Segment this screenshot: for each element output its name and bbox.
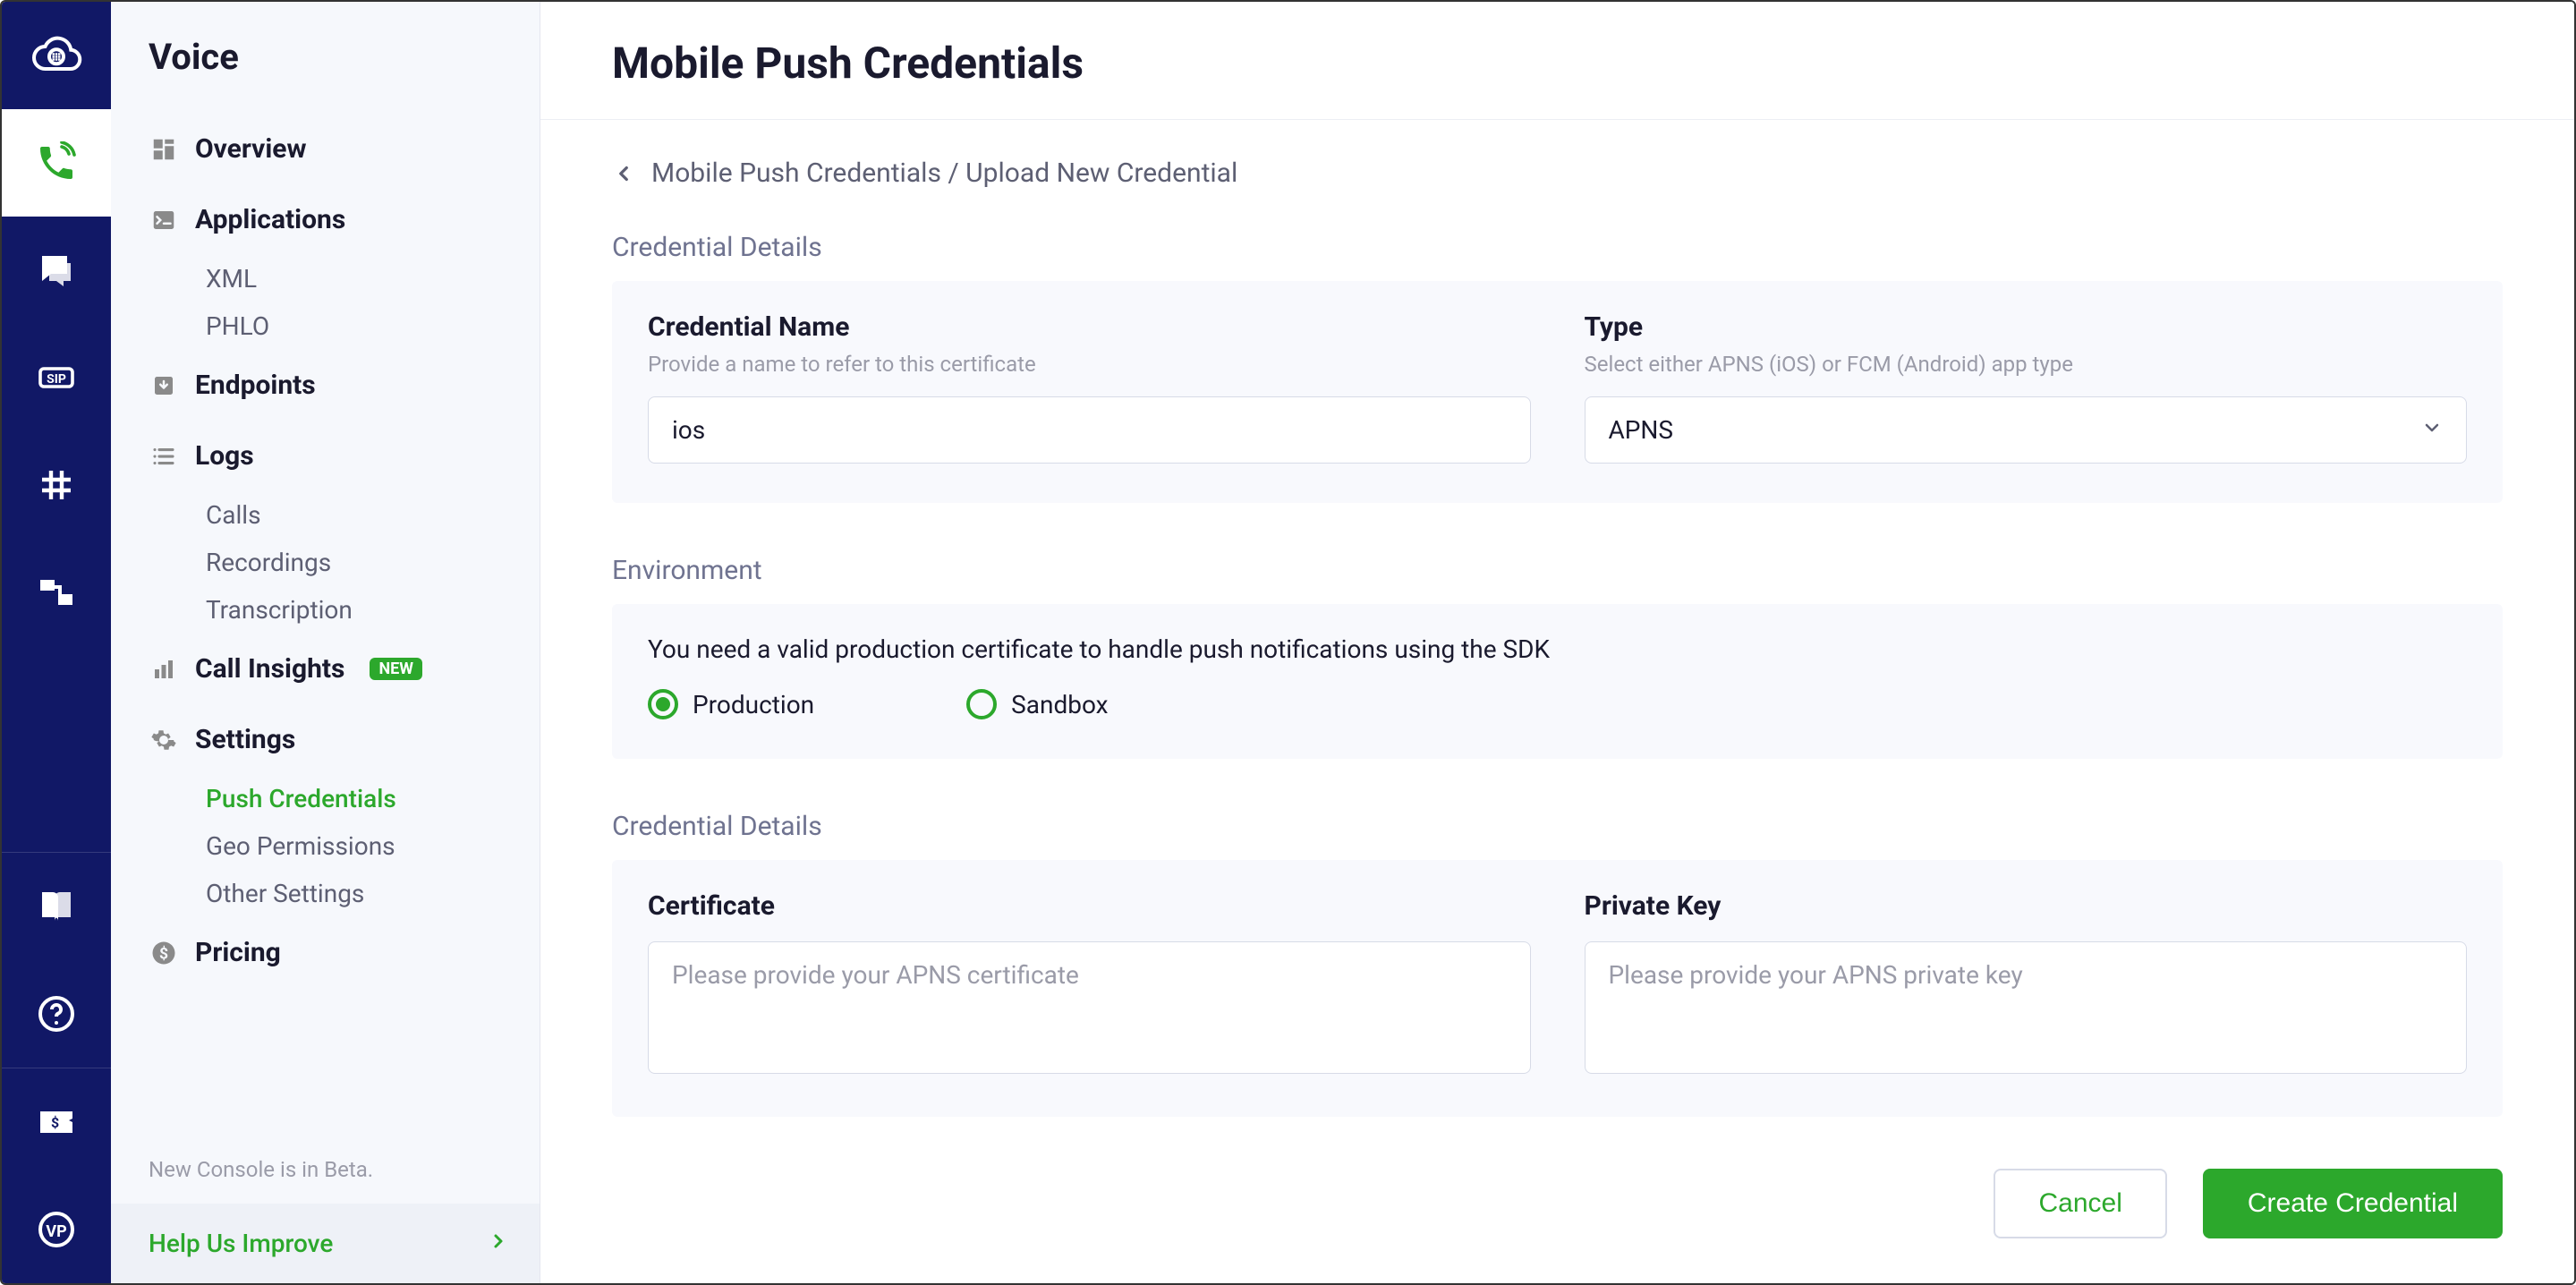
logo-cloud-icon[interactable] (2, 2, 111, 109)
svg-text:$: $ (51, 1114, 59, 1131)
sidebar-sub-xml[interactable]: XML (111, 255, 540, 302)
gear-icon (149, 725, 179, 755)
sidebar-item-applications[interactable]: Applications (111, 184, 540, 255)
sidebar-item-label: Logs (195, 440, 254, 472)
sidebar-item-label: Overview (195, 133, 307, 165)
credential-name-label: Credential Name (648, 311, 1531, 343)
private-key-textarea[interactable] (1585, 941, 2468, 1074)
bar-chart-icon (149, 654, 179, 685)
nav-rail: SIP (2, 2, 111, 1283)
radio-sandbox[interactable]: Sandbox (966, 689, 1108, 719)
sidebar-sub-push-credentials[interactable]: Push Credentials (111, 775, 540, 822)
type-label: Type (1585, 311, 2468, 343)
nav-voice-icon[interactable] (2, 109, 111, 217)
sidebar-sub-phlo[interactable]: PHLO (111, 302, 540, 350)
type-select[interactable]: APNS (1585, 396, 2468, 464)
nav-docs-icon[interactable] (2, 853, 111, 960)
chevron-down-icon (2421, 415, 2443, 445)
sidebar: Voice Overview Applications XML PHLO End… (111, 2, 540, 1283)
field-certificate: Certificate (648, 890, 1531, 1077)
sidebar-item-logs[interactable]: Logs (111, 421, 540, 491)
panel-credential-details: Credential Name Provide a name to refer … (612, 281, 2503, 503)
sidebar-sub-transcription[interactable]: Transcription (111, 586, 540, 634)
help-us-improve[interactable]: Help Us Improve (111, 1204, 540, 1283)
svg-text:VP: VP (46, 1222, 66, 1241)
nav-help-icon[interactable] (2, 960, 111, 1068)
main-content: Mobile Push Credentials Mobile Push Cred… (540, 2, 2574, 1283)
beta-note: New Console is in Beta. (111, 1157, 540, 1204)
nav-sip-icon[interactable]: SIP (2, 324, 111, 431)
sidebar-item-endpoints[interactable]: Endpoints (111, 350, 540, 421)
nav-messaging-icon[interactable] (2, 217, 111, 324)
type-select-value: APNS (1609, 415, 1674, 445)
credential-name-hint: Provide a name to refer to this certific… (648, 343, 1531, 396)
dashboard-icon (149, 134, 179, 165)
section-heading-cert: Credential Details (540, 793, 2574, 860)
field-private-key: Private Key (1585, 890, 2468, 1077)
sidebar-item-overview[interactable]: Overview (111, 114, 540, 184)
environment-note: You need a valid production certificate … (648, 634, 2467, 689)
nav-numbers-icon[interactable] (2, 431, 111, 539)
sidebar-item-pricing[interactable]: $ Pricing (111, 917, 540, 988)
sidebar-item-label: Pricing (195, 937, 281, 968)
chevron-right-icon (488, 1229, 509, 1258)
section-heading-environment: Environment (540, 537, 2574, 604)
app-root: SIP (0, 0, 2576, 1285)
terminal-icon (149, 205, 179, 235)
sidebar-item-label: Applications (195, 204, 345, 235)
footer-actions: Cancel Create Credential (540, 1151, 2574, 1274)
nav-account-icon[interactable]: VP (2, 1176, 111, 1283)
new-badge: NEW (370, 658, 422, 680)
certificate-label: Certificate (648, 890, 1531, 941)
breadcrumb[interactable]: Mobile Push Credentials / Upload New Cre… (540, 120, 2574, 214)
sidebar-title: Voice (111, 36, 540, 114)
sidebar-sub-other-settings[interactable]: Other Settings (111, 870, 540, 917)
radio-icon-unselected (966, 689, 997, 719)
sidebar-item-label: Call Insights (195, 653, 344, 685)
radio-label: Production (693, 690, 814, 719)
certificate-textarea[interactable] (648, 941, 1531, 1074)
cancel-button[interactable]: Cancel (1994, 1169, 2166, 1238)
sidebar-item-label: Endpoints (195, 370, 316, 401)
download-icon (149, 370, 179, 401)
sidebar-sub-calls[interactable]: Calls (111, 491, 540, 539)
sidebar-item-settings[interactable]: Settings (111, 704, 540, 775)
panel-cert: Certificate Private Key (612, 860, 2503, 1117)
sidebar-sub-recordings[interactable]: Recordings (111, 539, 540, 586)
type-hint: Select either APNS (iOS) or FCM (Android… (1585, 343, 2468, 396)
page-title: Mobile Push Credentials (540, 2, 2574, 120)
svg-text:$: $ (159, 944, 168, 963)
radio-production[interactable]: Production (648, 689, 814, 719)
field-type: Type Select either APNS (iOS) or FCM (An… (1585, 311, 2468, 464)
radio-icon-selected (648, 689, 678, 719)
dollar-icon: $ (149, 938, 179, 968)
sidebar-item-call-insights[interactable]: Call Insights NEW (111, 634, 540, 704)
sidebar-sub-geo-permissions[interactable]: Geo Permissions (111, 822, 540, 870)
svg-text:SIP: SIP (47, 372, 66, 387)
create-credential-button[interactable]: Create Credential (2203, 1169, 2503, 1238)
panel-environment: You need a valid production certificate … (612, 604, 2503, 759)
nav-trunk-icon[interactable] (2, 539, 111, 646)
chevron-left-icon (612, 162, 635, 185)
private-key-label: Private Key (1585, 890, 2468, 941)
section-heading-details: Credential Details (540, 214, 2574, 281)
credential-name-input[interactable] (648, 396, 1531, 464)
sidebar-item-label: Settings (195, 724, 295, 755)
radio-label: Sandbox (1011, 690, 1108, 719)
nav-billing-icon[interactable]: $ (2, 1068, 111, 1176)
help-label: Help Us Improve (149, 1229, 333, 1258)
breadcrumb-text: Mobile Push Credentials / Upload New Cre… (651, 157, 1237, 189)
list-icon (149, 441, 179, 472)
field-credential-name: Credential Name Provide a name to refer … (648, 311, 1531, 464)
